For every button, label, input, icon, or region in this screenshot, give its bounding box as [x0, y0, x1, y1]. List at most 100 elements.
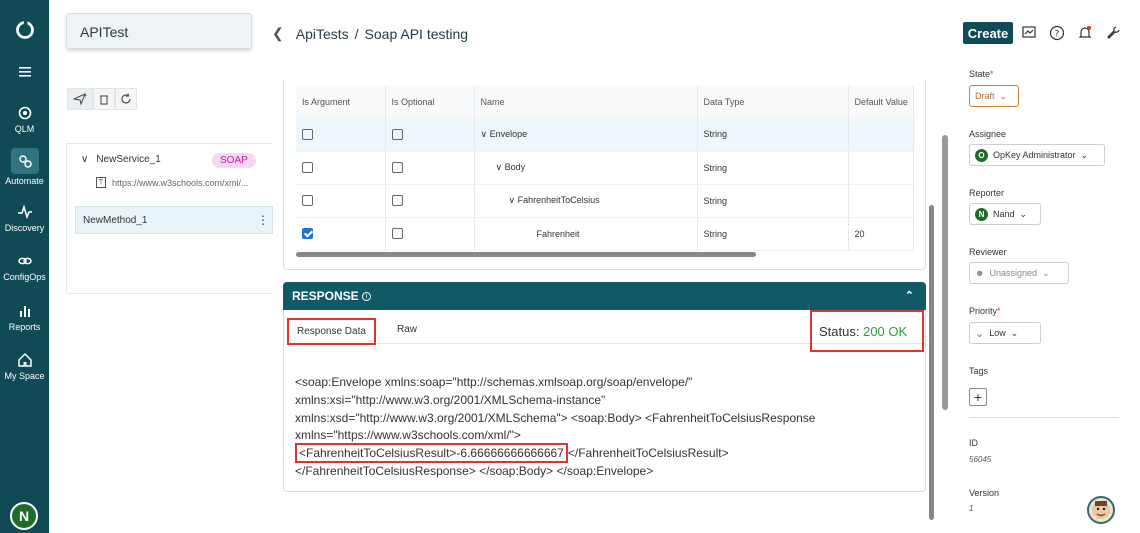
- left-nav: QLM Automate Discovery ConfigOps Reports…: [0, 0, 49, 533]
- is-optional-checkbox[interactable]: [391, 228, 403, 240]
- svg-text:+: +: [84, 94, 87, 100]
- state-dropdown[interactable]: Draft ⌄: [969, 85, 1019, 107]
- reporter-dropdown[interactable]: N Nand ⌄: [969, 203, 1041, 225]
- reporter-label: Reporter: [969, 188, 1005, 198]
- nav-item-configops[interactable]: ConfigOps: [0, 253, 49, 282]
- column-header: Name: [474, 86, 698, 118]
- delete-service-button[interactable]: [93, 88, 115, 110]
- pulse-icon: [17, 204, 32, 220]
- expand-chevron-icon[interactable]: ∨: [496, 162, 503, 172]
- app-logo[interactable]: [0, 20, 49, 43]
- method-item[interactable]: NewMethod_1 ⋮: [75, 206, 273, 234]
- tab-raw[interactable]: Raw: [389, 318, 425, 341]
- is-argument-checkbox[interactable]: [302, 162, 313, 174]
- hamburger-icon: [18, 67, 31, 77]
- menu-toggle[interactable]: [0, 64, 49, 83]
- state-label-text: State: [969, 69, 991, 79]
- param-type: String: [697, 151, 849, 185]
- is-optional-checkbox[interactable]: [391, 162, 403, 174]
- notification-bell-icon[interactable]: [1077, 25, 1093, 41]
- xml-line: <soap:Envelope xmlns:soap="http://schema…: [295, 375, 693, 389]
- svg-text:?: ?: [1055, 30, 1060, 40]
- param-default[interactable]: 20: [848, 217, 914, 251]
- collapse-caret-icon[interactable]: ⌃: [905, 289, 914, 302]
- service-name: NewService_1: [96, 154, 161, 165]
- method-name: NewMethod_1: [83, 215, 148, 226]
- help-icon[interactable]: ?: [1049, 25, 1065, 41]
- reporter-avatar: N: [975, 207, 988, 221]
- nav-item-my-space[interactable]: My Space: [0, 352, 49, 381]
- tags-label: Tags: [969, 366, 989, 376]
- soap-badge: SOAP: [212, 153, 256, 168]
- back-chevron-icon[interactable]: ❮: [272, 25, 284, 42]
- nav-label-qlm: QLM: [14, 124, 35, 134]
- xml-result-close: </FahrenheitToCelsiusResult>: [567, 446, 729, 461]
- table-row[interactable]: ∨ Body String: [296, 151, 914, 185]
- param-name: FahrenheitToCelsius: [517, 195, 600, 205]
- reviewer-label: Reviewer: [969, 247, 1007, 257]
- column-header: Data Type: [697, 86, 849, 118]
- breadcrumb-parent[interactable]: ApiTests: [296, 26, 349, 42]
- document-icon: T: [96, 177, 106, 188]
- nav-item-discovery[interactable]: Discovery: [0, 204, 49, 233]
- add-service-button[interactable]: +: [67, 88, 93, 110]
- divider: [969, 417, 1119, 418]
- xml-line: </FahrenheitToCelsiusResponse> </soap:Bo…: [295, 463, 654, 478]
- assignee-dropdown[interactable]: O OpKey Administrator ⌄: [969, 144, 1105, 166]
- tab-response-data[interactable]: Response Data: [287, 318, 376, 345]
- expand-chevron-icon[interactable]: ∨: [509, 195, 516, 205]
- priority-low-icon: ⌄: [975, 327, 985, 340]
- status-value: 200 OK: [863, 324, 908, 339]
- is-argument-checkbox[interactable]: [302, 128, 313, 140]
- wrench-icon[interactable]: [1105, 25, 1121, 41]
- service-url-text: https://www.w3schools.com/xml/...: [112, 177, 249, 188]
- home-icon: [17, 352, 32, 367]
- reviewer-dropdown[interactable]: ☻ Unassigned ⌄: [969, 262, 1069, 284]
- automate-icon: [18, 155, 32, 168]
- table-row[interactable]: ∨ Envelope String: [296, 118, 914, 152]
- is-argument-checkbox[interactable]: [302, 195, 313, 207]
- reporter-value: Nand: [993, 209, 1015, 219]
- project-selector[interactable]: APITest: [66, 13, 252, 49]
- reviewer-value: Unassigned: [989, 268, 1038, 278]
- param-default[interactable]: [848, 184, 914, 218]
- nav-label-my-space: My Space: [4, 371, 45, 381]
- xml-line: xmlns:xsd="http://www.w3.org/2001/XMLSch…: [295, 410, 816, 425]
- collapse-chevron-icon[interactable]: ∨: [81, 154, 88, 165]
- param-default[interactable]: [848, 151, 914, 185]
- is-optional-checkbox[interactable]: [391, 128, 403, 140]
- param-type: String: [697, 118, 849, 152]
- status-indicator: Status: 200 OK: [810, 310, 924, 352]
- breadcrumb: ❮ ApiTests / Soap API testing: [272, 25, 468, 42]
- service-node[interactable]: ∨ NewService_1: [81, 154, 161, 165]
- nav-item-reports[interactable]: Reports: [0, 303, 49, 332]
- xml-line: xmlns:xsi="http://www.w3.org/2001/XMLSch…: [295, 392, 606, 407]
- nav-label-automate: Automate: [5, 176, 44, 186]
- response-header[interactable]: RESPONSE i ⌃: [283, 282, 926, 310]
- is-argument-checkbox[interactable]: [302, 228, 313, 240]
- kebab-menu-icon[interactable]: ⋮: [257, 213, 269, 227]
- refresh-button[interactable]: [115, 88, 137, 110]
- priority-dropdown[interactable]: ⌄ Low ⌄: [969, 322, 1041, 344]
- param-name: Envelope: [489, 128, 528, 139]
- state-label: State*: [969, 69, 994, 79]
- user-avatar[interactable]: N: [10, 502, 38, 530]
- nav-item-qlm[interactable]: QLM: [0, 105, 49, 134]
- table-row[interactable]: ∨ FahrenheitToCelsius String: [296, 184, 914, 218]
- is-optional-checkbox[interactable]: [391, 195, 403, 207]
- page-scrollbar[interactable]: [942, 135, 948, 410]
- priority-value: Low: [989, 328, 1006, 338]
- create-button[interactable]: Create: [963, 22, 1013, 44]
- horizontal-scrollbar[interactable]: [296, 252, 756, 257]
- nav-label-reports: Reports: [8, 322, 41, 332]
- add-tag-button[interactable]: +: [969, 388, 987, 406]
- xml-line: <FahrenheitToCelsiusResult>-6.6666666666…: [295, 443, 905, 464]
- assistant-avatar[interactable]: [1087, 496, 1115, 524]
- table-row[interactable]: Fahrenheit String 20: [296, 217, 914, 251]
- nav-item-automate[interactable]: Automate: [0, 148, 49, 186]
- vertical-scrollbar[interactable]: [929, 205, 934, 520]
- param-default[interactable]: [848, 118, 914, 152]
- nav-label-discovery: Discovery: [4, 223, 45, 233]
- expand-chevron-icon[interactable]: ∨: [481, 129, 488, 139]
- feedback-icon[interactable]: [1021, 25, 1037, 41]
